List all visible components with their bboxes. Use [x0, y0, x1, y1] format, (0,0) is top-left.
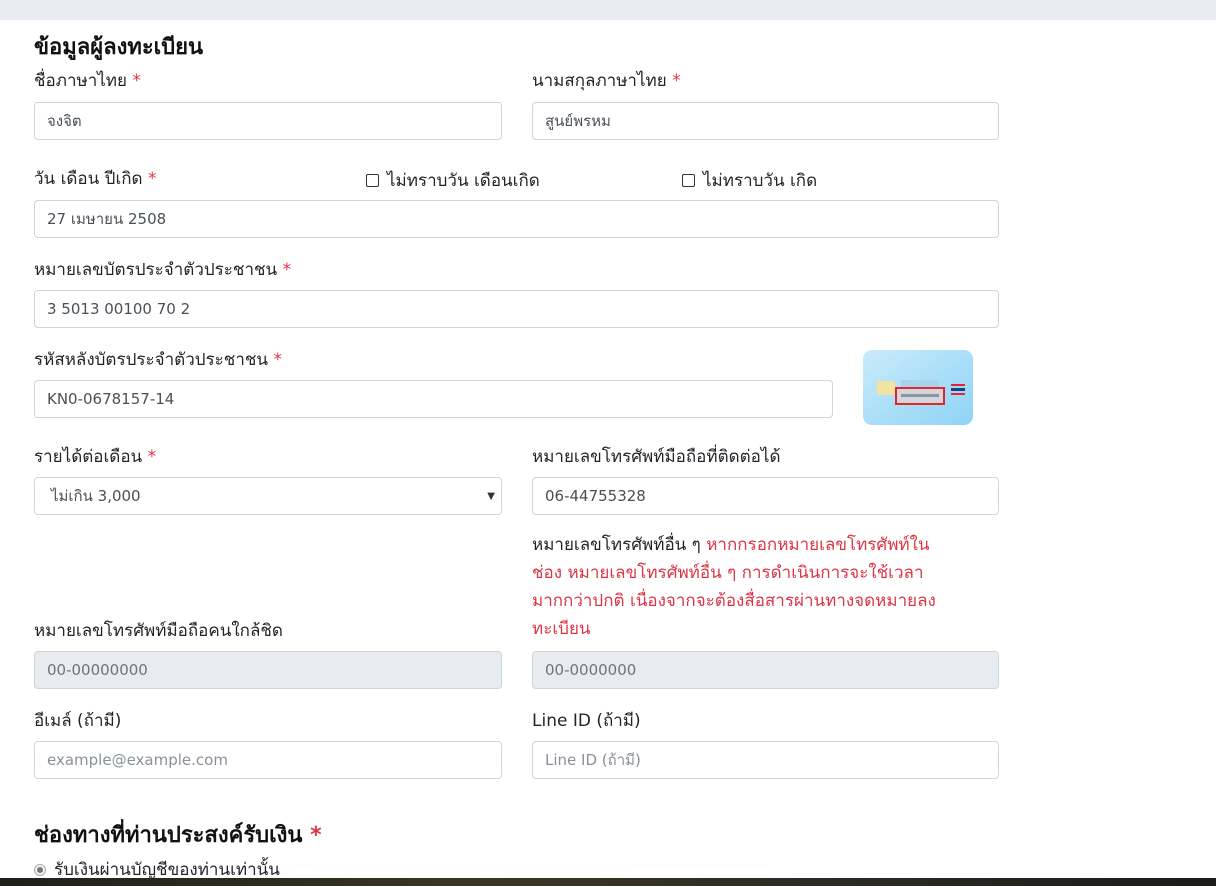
unknown-day-label: ไม่ทราบวัน เกิด	[703, 171, 818, 191]
checkbox-box[interactable]	[366, 174, 379, 187]
id-card-label: หมายเลขบัตรประจำตัวประชาชน *	[34, 260, 292, 280]
birth-date-input[interactable]: 27 เมษายน 2508	[34, 200, 999, 238]
mobile-input[interactable]: 06-44755328	[532, 477, 999, 515]
relative-phone-label: หมายเลขโทรศัพท์มือถือคนใกล้ชิด	[34, 621, 283, 641]
unknown-day-month-label: ไม่ทราบวัน เดือนเกิด	[387, 171, 540, 191]
bottom-strip	[0, 878, 1216, 886]
email-label: อีเมล์ (ถ้ามี)	[34, 711, 122, 731]
other-phone-input[interactable]: 00-0000000	[532, 651, 999, 689]
id-card-input[interactable]: 3 5013 00100 70 2	[34, 290, 999, 328]
unknown-day-checkbox[interactable]: ไม่ทราบวัน เกิด	[682, 167, 817, 194]
other-phone-label: หมายเลขโทรศัพท์อื่น ๆ หากกรอกหมายเลขโทรศ…	[532, 535, 936, 639]
line-id-label: Line ID (ถ้ามี)	[532, 711, 641, 731]
caret-down-icon: ▼	[487, 491, 495, 502]
income-select[interactable]: ไม่เกิน 3,000 ▼	[34, 477, 502, 515]
birth-date-label: วัน เดือน ปีเกิด *	[34, 169, 157, 189]
id-card-back-icon	[863, 350, 973, 425]
line-id-input[interactable]: Line ID (ถ้ามี)	[532, 741, 999, 779]
relative-phone-input[interactable]: 00-00000000	[34, 651, 502, 689]
unknown-day-month-checkbox[interactable]: ไม่ทราบวัน เดือนเกิด	[366, 167, 540, 194]
first-name-label: ชื่อภาษาไทย *	[34, 71, 141, 91]
email-input[interactable]: example@example.com	[34, 741, 502, 779]
payment-title: ช่องทางที่ท่านประสงค์รับเงิน *	[34, 823, 322, 848]
section-title: ข้อมูลผู้ลงทะเบียน	[34, 35, 204, 60]
laser-code-input[interactable]: KN0-0678157-14	[34, 380, 833, 418]
mobile-label: หมายเลขโทรศัพท์มือถือที่ติดต่อได้	[532, 447, 781, 467]
last-name-label: นามสกุลภาษาไทย *	[532, 71, 681, 91]
radio-icon[interactable]	[34, 863, 46, 876]
laser-code-label: รหัสหลังบัตรประจำตัวประชาชน *	[34, 350, 282, 370]
checkbox-box[interactable]	[682, 174, 695, 187]
first-name-input[interactable]: จงจิต	[34, 102, 502, 140]
top-bar	[0, 0, 1216, 20]
last-name-input[interactable]: สูนย์พรหม	[532, 102, 999, 140]
income-label: รายได้ต่อเดือน *	[34, 447, 157, 467]
